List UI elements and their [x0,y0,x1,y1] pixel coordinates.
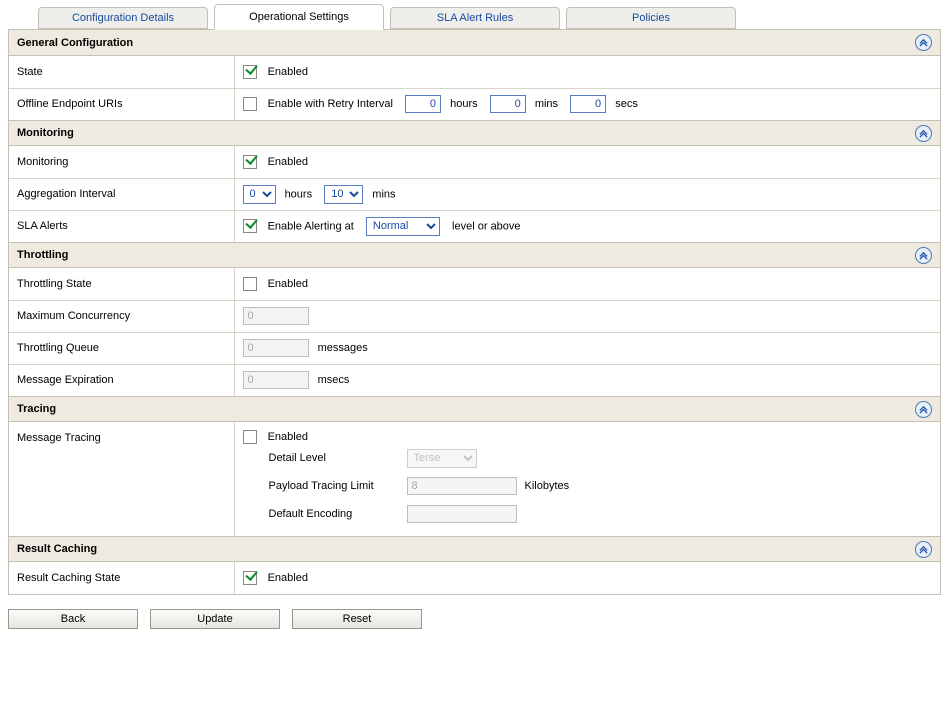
input-throttling-queue [243,339,309,357]
unit-hours: hours [285,188,313,200]
input-message-expiration [243,371,309,389]
input-retry-hours[interactable] [405,95,441,113]
label-throttling-queue: Throttling Queue [9,332,234,364]
field-aggregation-interval: 0 hours 10 mins [234,178,940,210]
text-enabled: Enabled [268,431,308,443]
unit-hours: hours [450,98,478,110]
label-message-expiration: Message Expiration [9,364,234,396]
label-throttling-state: Throttling State [9,268,234,300]
section-head-tracing: Tracing [9,396,940,422]
section-title: Monitoring [17,127,74,139]
checkbox-sla-alerts[interactable] [243,219,257,233]
field-max-concurrency [234,300,940,332]
unit-msecs: msecs [318,374,350,386]
input-retry-mins[interactable] [490,95,526,113]
label-state: State [9,56,234,88]
reset-button[interactable]: Reset [292,609,422,629]
text-enabled: Enabled [268,66,308,78]
input-max-concurrency [243,307,309,325]
input-retry-secs[interactable] [570,95,606,113]
label-default-encoding: Default Encoding [269,508,399,520]
unit-messages: messages [318,342,368,354]
label-detail-level: Detail Level [269,452,399,464]
update-button[interactable]: Update [150,609,280,629]
tab-operational-settings[interactable]: Operational Settings [214,4,384,30]
section-title: General Configuration [17,37,133,49]
tab-bar: Configuration Details Operational Settin… [8,4,941,30]
collapse-icon[interactable] [915,541,932,558]
unit-kilobytes: Kilobytes [525,480,570,492]
back-button[interactable]: Back [8,609,138,629]
section-title: Result Caching [17,543,97,555]
tab-sla-alert-rules[interactable]: SLA Alert Rules [390,7,560,29]
select-detail-level: Terse [407,449,477,468]
section-title: Tracing [17,403,56,415]
tab-configuration-details[interactable]: Configuration Details [38,7,208,29]
field-throttling-queue: messages [234,332,940,364]
section-title: Throttling [17,249,68,261]
text-enabled: Enabled [268,572,308,584]
button-bar: Back Update Reset [8,609,941,629]
field-result-caching-state: Enabled [234,562,940,594]
label-offline-uris: Offline Endpoint URIs [9,88,234,120]
section-head-throttling: Throttling [9,242,940,268]
checkbox-tracing-enabled[interactable] [243,430,257,444]
checkbox-state-enabled[interactable] [243,65,257,79]
text-level-or-above: level or above [452,220,521,232]
select-agg-mins[interactable]: 10 [324,185,363,204]
text-enabled: Enabled [268,278,308,290]
label-max-concurrency: Maximum Concurrency [9,300,234,332]
checkbox-offline-retry[interactable] [243,97,257,111]
section-head-result-caching: Result Caching [9,536,940,562]
field-message-tracing: Enabled Detail Level Terse Payload Traci… [234,422,940,536]
section-head-general: General Configuration [9,30,940,56]
field-offline-uris: Enable with Retry Interval hours mins se… [234,88,940,120]
section-head-monitoring: Monitoring [9,120,940,146]
field-throttling-state: Enabled [234,268,940,300]
text-enabled: Enabled [268,156,308,168]
input-payload-limit [407,477,517,495]
collapse-icon[interactable] [915,247,932,264]
select-alert-level[interactable]: Normal [366,217,440,236]
text-enable-alerting-at: Enable Alerting at [268,220,354,232]
label-monitoring: Monitoring [9,146,234,178]
input-default-encoding [407,505,517,523]
unit-secs: secs [615,98,638,110]
label-message-tracing: Message Tracing [9,422,234,536]
tab-policies[interactable]: Policies [566,7,736,29]
collapse-icon[interactable] [915,34,932,51]
checkbox-monitoring-enabled[interactable] [243,155,257,169]
label-payload-limit: Payload Tracing Limit [269,480,399,492]
field-state: Enabled [234,56,940,88]
checkbox-result-caching-enabled[interactable] [243,571,257,585]
field-monitoring: Enabled [234,146,940,178]
label-result-caching-state: Result Caching State [9,562,234,594]
collapse-icon[interactable] [915,125,932,142]
settings-panel: General Configuration State Enabled Offl… [8,30,941,595]
label-sla-alerts: SLA Alerts [9,210,234,242]
field-sla-alerts: Enable Alerting at Normal level or above [234,210,940,242]
unit-mins: mins [372,188,395,200]
checkbox-throttling-enabled[interactable] [243,277,257,291]
field-message-expiration: msecs [234,364,940,396]
text-enable-retry: Enable with Retry Interval [268,98,393,110]
collapse-icon[interactable] [915,401,932,418]
unit-mins: mins [535,98,558,110]
label-aggregation-interval: Aggregation Interval [9,178,234,210]
select-agg-hours[interactable]: 0 [243,185,276,204]
